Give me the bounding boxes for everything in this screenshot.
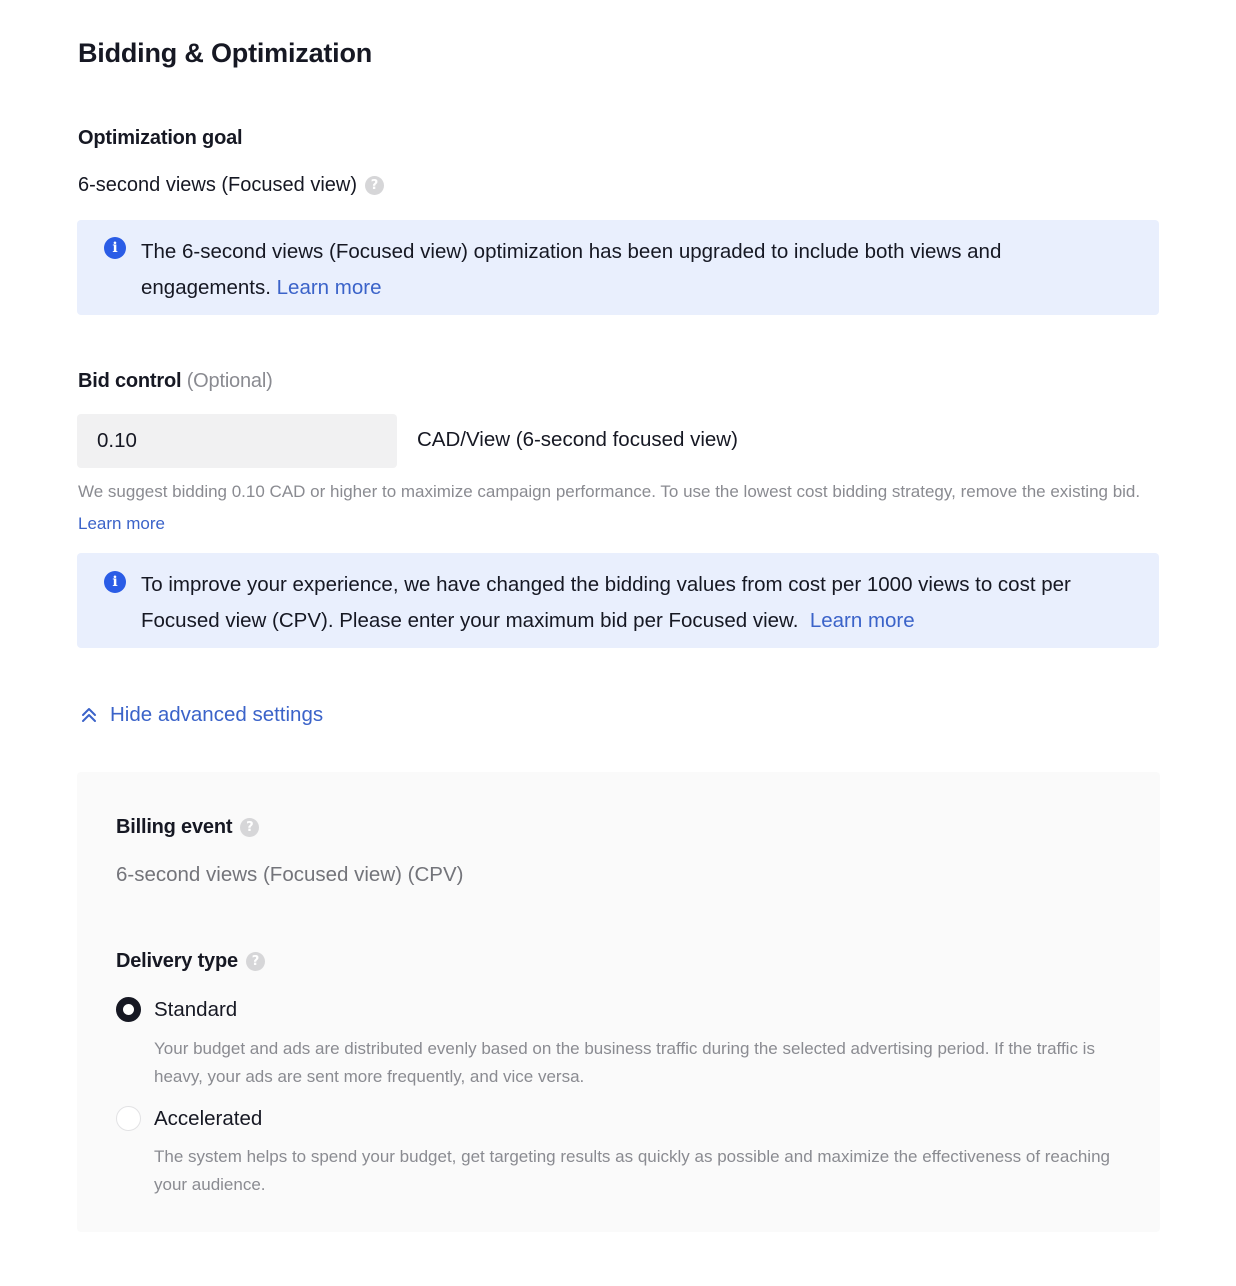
bid-unit-label: CAD/View (6-second focused view) (417, 428, 738, 451)
radio-unchecked[interactable] (116, 1106, 141, 1131)
page-title: Bidding & Optimization (78, 38, 373, 68)
optimization-info-banner: The 6-second views (Focused view) optimi… (77, 220, 1159, 315)
billing-event-value: 6-second views (Focused view) (CPV) (116, 863, 464, 886)
optimization-goal-value-row: 6-second views (Focused view) ? (78, 174, 384, 197)
bid-amount-input[interactable] (77, 414, 397, 468)
question-circle-icon[interactable]: ? (245, 952, 265, 971)
bidding-learn-more-link[interactable]: Learn more (810, 609, 915, 632)
delivery-option-accelerated[interactable]: Accelerated (116, 1106, 262, 1131)
hide-advanced-settings-button[interactable]: Hide advanced settings (80, 703, 323, 727)
question-circle-icon[interactable]: ? (240, 818, 260, 837)
delivery-type-label: Delivery type ? (116, 950, 265, 973)
bid-control-label: Bid control (Optional) (78, 370, 273, 393)
bidding-info-text: To improve your experience, we have chan… (141, 573, 1071, 632)
double-chevron-up-icon (82, 708, 96, 722)
billing-event-label: Billing event ? (116, 816, 260, 839)
info-circle-icon: i (104, 237, 126, 259)
delivery-option-standard[interactable]: Standard (116, 997, 237, 1022)
question-circle-icon[interactable]: ? (365, 176, 384, 195)
bid-hint-text: We suggest bidding 0.10 CAD or higher to… (78, 482, 1141, 501)
bid-control-optional: (Optional) (186, 370, 273, 392)
billing-event-title: Billing event (116, 816, 233, 838)
optimization-goal-label: Optimization goal (78, 127, 243, 149)
radio-checked[interactable] (116, 997, 141, 1022)
bidding-info-banner: To improve your experience, we have chan… (77, 553, 1159, 648)
optimization-info-text: The 6-second views (Focused view) optimi… (141, 240, 1002, 299)
optimization-learn-more-link[interactable]: Learn more (277, 276, 382, 299)
delivery-option-label: Accelerated (154, 1106, 263, 1130)
info-circle-icon: i (104, 571, 126, 593)
bid-control-title: Bid control (78, 370, 182, 392)
delivery-option-label: Standard (154, 997, 238, 1021)
bid-suggestion-hint: We suggest bidding 0.10 CAD or higher to… (78, 476, 1168, 540)
optimization-goal-value: 6-second views (Focused view) (78, 174, 357, 196)
hide-advanced-settings-label: Hide advanced settings (110, 703, 324, 726)
bid-hint-learn-more-link[interactable]: Learn more (78, 514, 165, 533)
delivery-option-description: The system helps to spend your budget, g… (154, 1147, 1110, 1194)
delivery-type-title: Delivery type (116, 950, 238, 972)
delivery-option-description: Your budget and ads are distributed even… (154, 1039, 1095, 1086)
